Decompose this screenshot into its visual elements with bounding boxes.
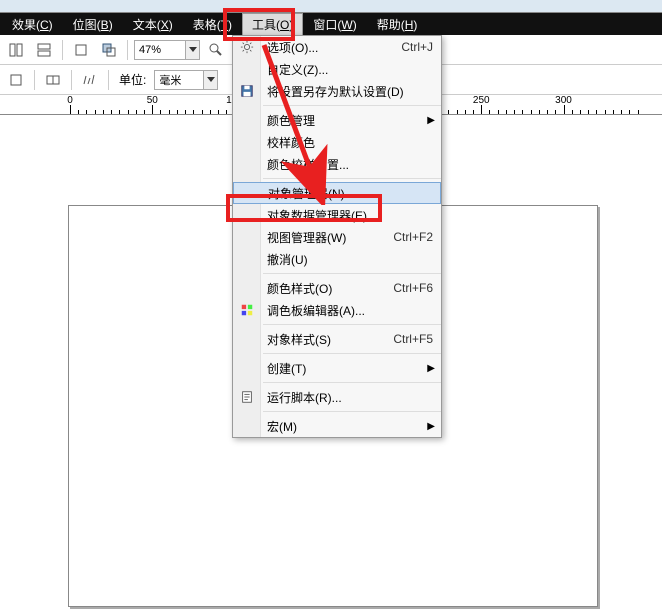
menu-item-撤消U[interactable]: 撤消(U) [233,248,441,270]
menu-shortcut: Ctrl+F6 [393,281,441,295]
unit-label: 单位: [119,71,146,88]
menu-item-label: 运行脚本(R)... [261,389,441,406]
menu-表格[interactable]: 表格(T) [183,13,242,36]
unit-input[interactable] [155,71,203,89]
tool-b2[interactable] [41,68,65,92]
menu-item-颜色管理[interactable]: 颜色管理▶ [233,109,441,131]
menu-item-对象管理器N[interactable]: 对象管理器(N) [233,182,441,204]
menu-item-运行脚本R[interactable]: 运行脚本(R)... [233,386,441,408]
submenu-arrow-icon: ▶ [427,115,441,126]
menu-item-label: 对象管理器(N) [262,185,440,202]
menu-item-校样颜色[interactable]: 校样颜色 [233,131,441,153]
menu-item-颜色样式O[interactable]: 颜色样式(O)Ctrl+F6 [233,277,441,299]
menu-item-label: 撤消(U) [261,251,441,268]
submenu-arrow-icon: ▶ [427,421,441,432]
menu-item-自定义Z[interactable]: 自定义(Z)... [233,58,441,80]
menu-item-将设置另存为默认设置D[interactable]: 将设置另存为默认设置(D) [233,80,441,102]
unit-control[interactable] [154,70,218,90]
tool-zoom-icon[interactable] [204,38,228,62]
gear-icon [233,40,261,54]
menu-item-label: 校样颜色 [261,134,441,151]
titlebar [0,0,662,13]
save-icon [233,84,261,98]
zoom-control[interactable] [134,40,200,60]
menu-文本[interactable]: 文本(X) [123,13,183,36]
tool-view2[interactable] [32,38,56,62]
menu-item-宏M[interactable]: 宏(M)▶ [233,415,441,437]
tools-menu: 选项(O)...Ctrl+J 自定义(Z)... 将设置另存为默认设置(D) 颜色管理… [232,35,442,438]
menu-工具[interactable]: 工具(O) [242,13,303,36]
menu-效果[interactable]: 效果(C) [2,13,63,36]
zoom-dropdown-icon[interactable] [185,41,199,59]
tool-b1[interactable] [4,68,28,92]
menu-帮助[interactable]: 帮助(H) [367,13,428,36]
menu-item-label: 对象样式(S) [261,331,393,348]
menu-item-对象数据管理器E[interactable]: 对象数据管理器(E) [233,204,441,226]
menu-item-对象样式S[interactable]: 对象样式(S)Ctrl+F5 [233,328,441,350]
menu-item-label: 选项(O)... [261,39,401,56]
menu-shortcut: Ctrl+F5 [393,332,441,346]
menu-item-选项O[interactable]: 选项(O)...Ctrl+J [233,36,441,58]
tool-opt2[interactable] [97,38,121,62]
menubar: 效果(C)位图(B)文本(X)表格(T)工具(O)窗口(W)帮助(H) [0,13,662,35]
submenu-arrow-icon: ▶ [427,363,441,374]
menu-item-label: 颜色管理 [261,112,427,129]
menu-item-颜色校样设置[interactable]: 颜色校样设置... [233,153,441,175]
ruler-label: 300 [555,95,572,106]
tool-opt1[interactable] [69,38,93,62]
menu-item-label: 调色板编辑器(A)... [261,302,441,319]
menu-item-label: 创建(T) [261,360,427,377]
menu-窗口[interactable]: 窗口(W) [303,13,366,36]
unit-dropdown-icon[interactable] [203,71,217,89]
ruler-label: 250 [473,95,490,106]
menu-item-label: 自定义(Z)... [261,61,441,78]
menu-item-label: 视图管理器(W) [261,229,393,246]
menu-item-label: 颜色样式(O) [261,280,393,297]
menu-item-label: 将设置另存为默认设置(D) [261,83,441,100]
menu-shortcut: Ctrl+J [401,40,441,54]
menu-item-label: 对象数据管理器(E) [261,207,441,224]
ruler-label: 50 [147,95,158,106]
menu-item-label: 宏(M) [261,418,427,435]
menu-item-创建T[interactable]: 创建(T)▶ [233,357,441,379]
menu-item-label: 颜色校样设置... [261,156,441,173]
menu-item-调色板编辑器A[interactable]: 调色板编辑器(A)... [233,299,441,321]
palette-icon [233,303,261,317]
tool-view1[interactable] [4,38,28,62]
menu-shortcut: Ctrl+F2 [393,230,441,244]
menu-item-视图管理器W[interactable]: 视图管理器(W)Ctrl+F2 [233,226,441,248]
menu-位图[interactable]: 位图(B) [63,13,123,36]
zoom-input[interactable] [135,41,185,59]
script-icon [233,390,261,404]
tool-b3[interactable] [78,68,102,92]
ruler-label: 0 [67,95,73,106]
